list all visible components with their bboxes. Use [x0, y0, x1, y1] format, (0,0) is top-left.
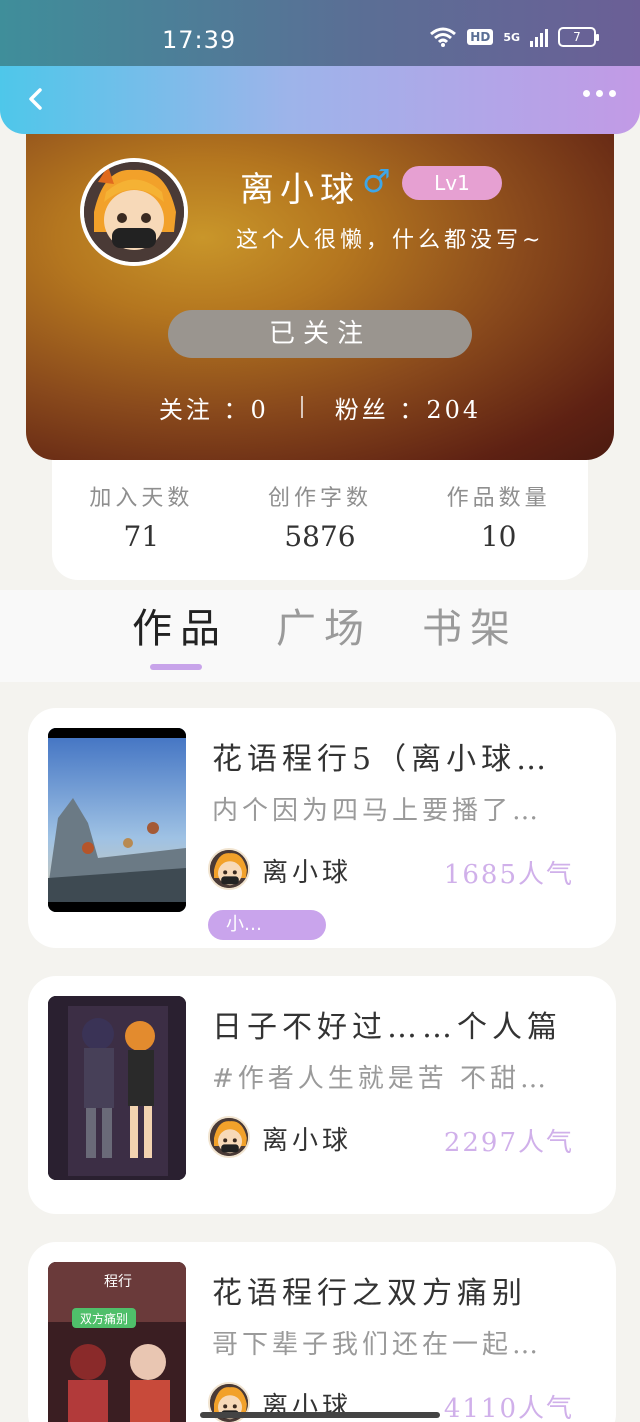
nickname: 离小球 [240, 170, 360, 210]
work-title: 日子不好过……个人篇 [212, 1010, 562, 1045]
level-badge: Lv1 [402, 166, 502, 200]
work-card[interactable]: 花语程行5（离小球… 内个因为四马上要播了… 离小球 1685人气 小… [28, 708, 616, 948]
tab-bookshelf[interactable]: 书架 [422, 596, 518, 654]
work-title: 花语程行之双方痛别 [212, 1276, 527, 1311]
work-description: 哥下辈子我们还在一起… [212, 1330, 543, 1360]
hd-badge: HD [467, 29, 494, 45]
follow-stats: 关注 ：0 粉丝 ：204 [26, 390, 614, 425]
male-icon: ♂ [362, 162, 391, 200]
work-cover [48, 996, 186, 1180]
status-bar: 17:39 HD 5G 7 [0, 0, 640, 70]
work-description: 内个因为四马上要播了… [212, 796, 543, 826]
wifi-icon [430, 27, 457, 47]
tab-indicator [150, 664, 202, 670]
work-author: 离小球 [262, 1126, 353, 1156]
signal-icon [530, 27, 548, 47]
tab-bar: 作品 广场 书架 [0, 590, 640, 682]
following-count[interactable]: 关注 ：0 [159, 390, 269, 425]
app-header [0, 66, 640, 134]
follow-button[interactable]: 已关注 [168, 310, 472, 358]
work-cover [48, 728, 186, 912]
work-description: #作者人生就是苦 不甜… [212, 1064, 551, 1094]
work-card[interactable]: 日子不好过……个人篇 #作者人生就是苦 不甜… 离小球 2297人气 [28, 976, 616, 1214]
followers-count[interactable]: 粉丝 ：204 [335, 390, 481, 425]
work-cover: 双方痛别 程行 [48, 1262, 186, 1422]
info-label: 作品数量 [446, 486, 551, 511]
profile-banner: 离小球 ♂ Lv1 这个人很懒，什么都没写~ 已关注 关注 ：0 粉丝 ：204 [26, 118, 614, 460]
back-arrow-icon[interactable] [22, 84, 52, 114]
info-works-count: 作品数量 10 [447, 480, 551, 580]
work-card[interactable]: 双方痛别 程行 花语程行之双方痛别 哥下辈子我们还在一起… 离小球 4110人气 [28, 1242, 616, 1422]
cover-image [48, 728, 186, 912]
work-popularity: 4110人气 [443, 1394, 574, 1422]
stats-divider [300, 396, 303, 418]
cover-image [48, 996, 186, 1180]
work-popularity: 1685人气 [443, 860, 574, 890]
cover-title-text: 程行 [104, 1274, 132, 1290]
info-word-count: 创作字数 5876 [268, 480, 372, 580]
info-join-days: 加入天数 71 [89, 480, 193, 580]
tab-square[interactable]: 广场 [276, 596, 372, 654]
status-icons: HD 5G 7 [429, 26, 599, 48]
work-tag[interactable]: 小… [208, 910, 326, 940]
cover-image: 双方痛别 程行 [48, 1262, 186, 1422]
info-card: 加入天数 71 创作字数 5876 作品数量 10 [52, 440, 588, 580]
avatar-image [84, 162, 184, 262]
work-title: 花语程行5（离小球… [212, 742, 552, 777]
info-value: 71 [123, 520, 160, 553]
info-label: 创作字数 [267, 486, 372, 511]
info-value: 5876 [284, 520, 356, 553]
network-label: 5G [503, 30, 520, 44]
cover-badge-text: 双方痛别 [80, 1311, 128, 1326]
author-avatar [208, 1116, 250, 1158]
work-author: 离小球 [262, 858, 353, 888]
tab-works[interactable]: 作品 [132, 596, 228, 654]
status-time: 17:39 [162, 26, 237, 54]
home-indicator[interactable] [200, 1412, 440, 1418]
info-label: 加入天数 [89, 486, 194, 511]
avatar[interactable] [80, 158, 188, 266]
work-popularity: 2297人气 [443, 1128, 574, 1158]
info-value: 10 [480, 520, 517, 553]
author-avatar [208, 848, 250, 890]
more-dots-icon[interactable] [583, 90, 616, 97]
signature: 这个人很懒，什么都没写~ [236, 228, 545, 253]
battery-icon: 7 [558, 27, 599, 47]
